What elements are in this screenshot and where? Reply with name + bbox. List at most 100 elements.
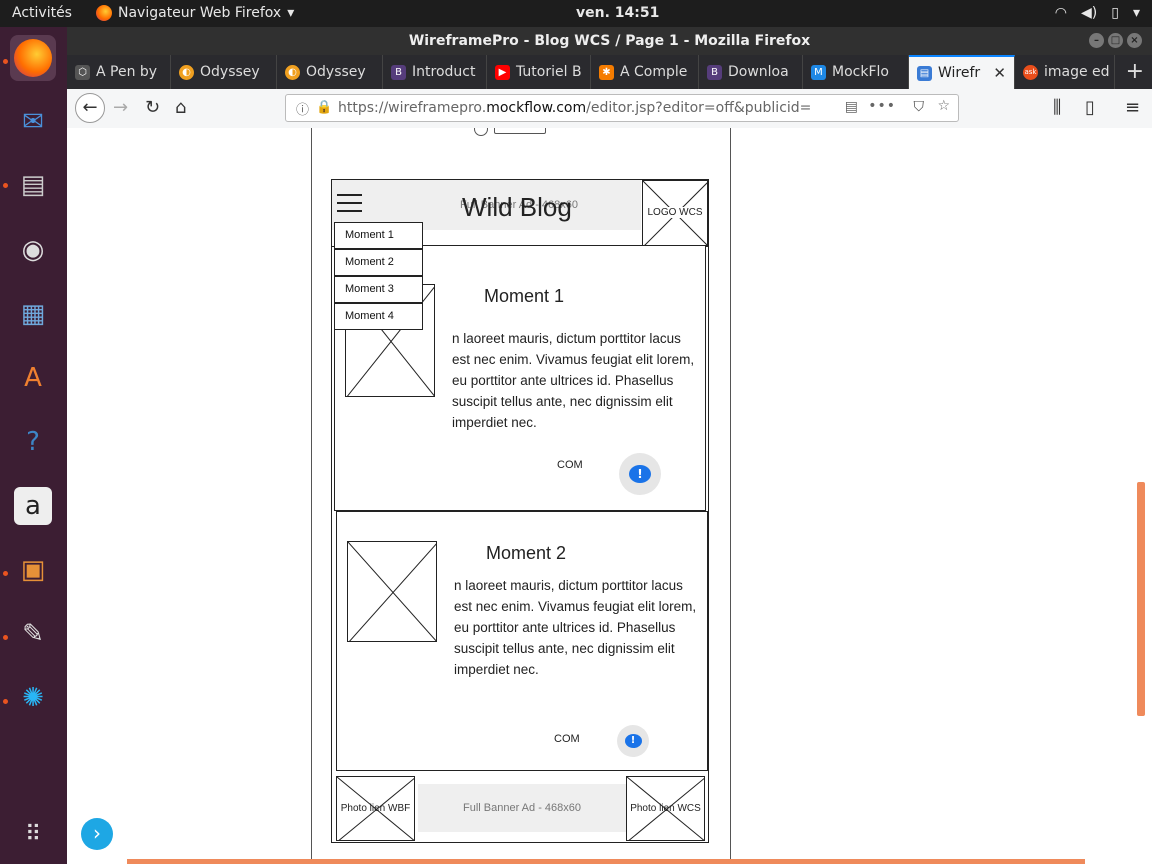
url-suffix: /editor.jsp?editor=off&publicid= <box>586 100 812 116</box>
logo-placeholder: LOGO WCS <box>642 180 708 246</box>
tab-bootstrap-download[interactable]: B Downloa <box>699 55 803 89</box>
comment-label: COM <box>554 733 580 745</box>
footer-photo-right[interactable]: Photo lien WCS <box>626 776 705 841</box>
input-control[interactable] <box>494 128 546 134</box>
logo-label: LOGO WCS <box>643 207 707 218</box>
footer-photo-left[interactable]: Photo lien WBF <box>336 776 415 841</box>
chevron-right-icon: › <box>93 821 101 845</box>
writer-launcher[interactable]: ▦ <box>10 291 56 337</box>
comment-button[interactable]: ! <box>617 725 649 757</box>
info-icon[interactable]: ⓘ <box>296 99 309 118</box>
scrollbar-thumb[interactable] <box>1137 482 1145 716</box>
footer-photo-left-label: Photo lien WBF <box>340 803 411 814</box>
splash-launcher[interactable]: ✺ <box>10 675 56 721</box>
expand-panel-button[interactable]: › <box>81 818 113 850</box>
comment-button[interactable]: ! <box>619 453 661 495</box>
paint-launcher[interactable]: ✎ <box>10 611 56 657</box>
app-menu[interactable]: Navigateur Web Firefox ▾ <box>96 5 294 21</box>
show-apps-button[interactable]: ⠿ <box>10 811 56 857</box>
impress-launcher[interactable]: ▣ <box>10 547 56 593</box>
reload-button[interactable]: ↻ <box>145 97 160 118</box>
menu-item-moment-4[interactable]: Moment 4 <box>334 303 423 330</box>
running-indicator <box>3 571 8 576</box>
url-bar[interactable]: ⓘ 🔒 https://wireframepro.mockflow.com/ed… <box>285 94 959 122</box>
footer-banner: Full Banner Ad - 468x60 <box>418 784 626 832</box>
minimize-icon[interactable]: – <box>1089 33 1104 48</box>
tab-complete[interactable]: ✱ A Comple <box>591 55 699 89</box>
tab-label: Tutoriel B <box>516 64 582 80</box>
page-content: Full Banner Ad - 468x60 Wild Blog LOGO W… <box>67 128 1152 864</box>
reader-view-icon[interactable]: ▤ <box>845 99 858 115</box>
tab-bootstrap-intro[interactable]: B Introduct <box>383 55 487 89</box>
home-button[interactable]: ⌂ <box>175 97 186 118</box>
bootstrap-icon: B <box>707 64 722 80</box>
url-text: https://wireframepro.mockflow.com/editor… <box>338 100 811 116</box>
placeholder-cross <box>348 542 436 641</box>
activities-button[interactable]: Activités <box>12 5 72 21</box>
tab-mockflow[interactable]: M MockFlo <box>803 55 909 89</box>
page-actions-icon[interactable]: ••• <box>868 98 896 114</box>
radio-control[interactable] <box>474 128 488 136</box>
blog-title: Wild Blog <box>462 192 572 222</box>
running-indicator <box>3 699 8 704</box>
bookmark-star-icon[interactable]: ☆ <box>937 98 950 114</box>
launcher-dock: ✉ ▤ ◉ ▦ A ? a ▣ ✎ ✺ ⠿ <box>0 27 67 864</box>
speaker-icon: ◉ <box>21 235 45 265</box>
thunderbird-launcher[interactable]: ✉ <box>10 99 56 145</box>
tab-label: image ed <box>1044 64 1110 80</box>
odyssey-icon: ◐ <box>179 64 194 80</box>
new-tab-button[interactable]: + <box>1126 59 1144 84</box>
tab-label: Downloa <box>728 64 789 80</box>
help-icon: ? <box>26 427 40 457</box>
thunderbird-icon: ✉ <box>22 107 44 137</box>
close-icon[interactable]: × <box>1127 33 1142 48</box>
post-image-placeholder <box>347 541 437 642</box>
tab-label: A Comple <box>620 64 688 80</box>
post-title: Moment 1 <box>484 286 565 306</box>
navigation-toolbar: ← → ↻ ⌂ ⓘ 🔒 https://wireframepro.mockflo… <box>67 89 1152 129</box>
tab-odyssey-2[interactable]: ◐ Odyssey <box>277 55 383 89</box>
menu-item-moment-2[interactable]: Moment 2 <box>334 249 423 276</box>
help-launcher[interactable]: ? <box>10 419 56 465</box>
bootstrap-icon: B <box>391 64 406 80</box>
system-tray[interactable]: ◠ ◀) ▯ ▾ <box>1055 5 1140 21</box>
amazon-launcher[interactable]: a <box>10 483 56 529</box>
running-indicator <box>3 635 8 640</box>
vertical-scrollbar[interactable] <box>1137 128 1147 864</box>
software-launcher[interactable]: A <box>10 355 56 401</box>
wireframe-canvas: Full Banner Ad - 468x60 Wild Blog LOGO W… <box>311 128 731 864</box>
horizontal-scrollbar[interactable] <box>127 859 1085 864</box>
firefox-launcher[interactable] <box>10 35 56 81</box>
menu-item-moment-3[interactable]: Moment 3 <box>334 276 423 303</box>
running-indicator <box>3 183 8 188</box>
tab-youtube[interactable]: ▶ Tutoriel B <box>487 55 591 89</box>
tab-codepen[interactable]: ⬡ A Pen by <box>67 55 171 89</box>
library-icon[interactable]: ⫼ <box>1053 97 1061 118</box>
rhythmbox-launcher[interactable]: ◉ <box>10 227 56 273</box>
splash-icon: ✺ <box>22 683 44 713</box>
back-button[interactable]: ← <box>75 93 105 123</box>
hamburger-icon[interactable] <box>337 194 362 212</box>
hamburger-menu-icon[interactable]: ≡ <box>1125 97 1140 118</box>
close-icon[interactable]: ✕ <box>993 64 1006 82</box>
forward-button[interactable]: → <box>113 97 128 118</box>
sidebar-icon[interactable]: ▯ <box>1085 97 1095 118</box>
maximize-icon[interactable]: □ <box>1108 33 1123 48</box>
tab-wireframe-active[interactable]: ▤ Wirefr ✕ <box>909 55 1015 89</box>
pocket-icon[interactable]: ⛉ <box>914 99 925 115</box>
youtube-icon: ▶ <box>495 64 510 80</box>
system-top-bar: Activités Navigateur Web Firefox ▾ ven. … <box>0 0 1152 27</box>
battery-icon: ▯ <box>1111 5 1119 21</box>
comment-label: COM <box>557 459 583 471</box>
files-launcher[interactable]: ▤ <box>10 162 56 208</box>
menu-item-moment-1[interactable]: Moment 1 <box>334 222 423 249</box>
grid-icon: ⠿ <box>24 821 42 847</box>
url-domain: mockflow.com <box>486 100 587 116</box>
asterisk-icon: ✱ <box>599 64 614 80</box>
ask-icon: ask <box>1023 64 1038 80</box>
tab-strip: ⬡ A Pen by ◐ Odyssey ◐ Odyssey B Introduct ▶… <box>67 55 1152 89</box>
wifi-icon: ◠ <box>1054 5 1068 21</box>
tab-ask[interactable]: ask image ed <box>1015 55 1115 89</box>
clock[interactable]: ven. 14:51 <box>576 5 659 21</box>
tab-odyssey-1[interactable]: ◐ Odyssey <box>171 55 277 89</box>
